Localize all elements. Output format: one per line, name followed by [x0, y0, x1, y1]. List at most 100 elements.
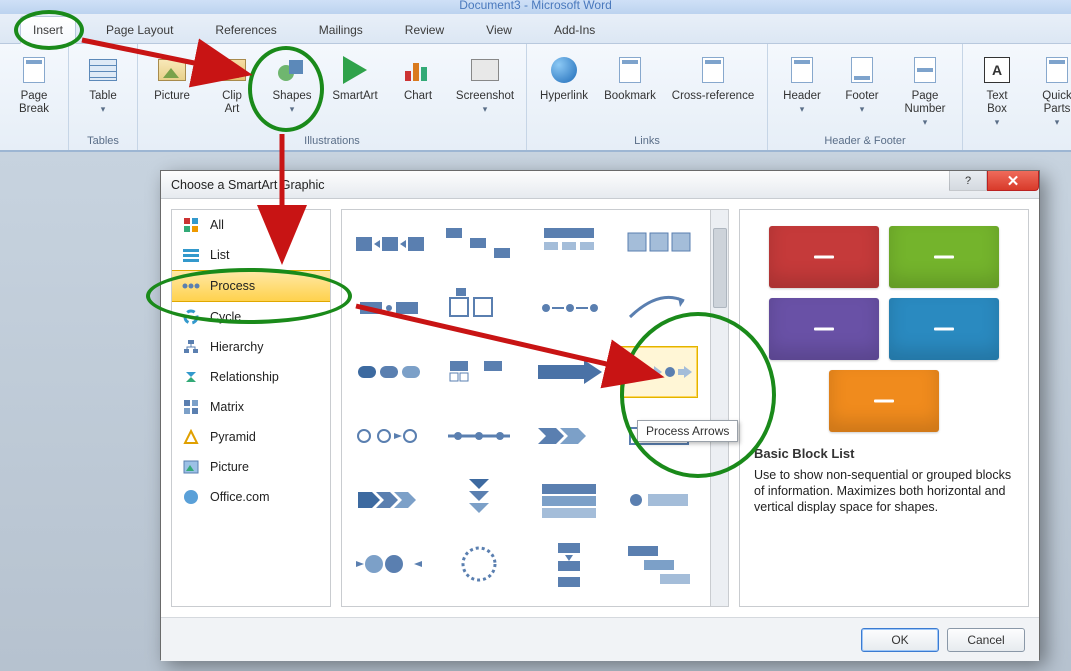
quick-parts-button[interactable]: Quick Parts ▾	[1031, 50, 1071, 129]
group-text-label: Text	[971, 133, 1071, 147]
header-button[interactable]: Header ▾	[776, 50, 828, 129]
cancel-button[interactable]: Cancel	[947, 628, 1025, 652]
shapes-button[interactable]: Shapes ▾	[266, 50, 318, 116]
page-number-dropdown-icon: ▾	[923, 116, 928, 129]
clip-art-button[interactable]: Clip Art	[206, 50, 258, 116]
group-header-footer-label: Header & Footer	[776, 133, 954, 147]
cross-reference-button[interactable]: Cross-reference	[667, 50, 759, 103]
clip-art-icon	[216, 54, 248, 86]
cross-reference-icon	[697, 54, 729, 86]
tab-page-layout[interactable]: Page Layout	[94, 17, 185, 43]
gallery-scroll[interactable]	[342, 210, 710, 606]
smartart-button[interactable]: SmartArt	[326, 50, 384, 116]
category-hierarchy[interactable]: Hierarchy	[172, 332, 330, 362]
group-pages-label	[8, 133, 60, 147]
thumb-increasing-arrow[interactable]	[620, 282, 698, 334]
thumb-alternating-flow[interactable]	[350, 282, 428, 334]
thumb-arrow-chevrons[interactable]	[530, 410, 608, 462]
category-matrix[interactable]: Matrix	[172, 392, 330, 422]
thumb-chevron-closed[interactable]	[350, 474, 428, 526]
category-picture[interactable]: Picture	[172, 452, 330, 482]
hyperlink-button[interactable]: Hyperlink	[535, 50, 593, 103]
help-button[interactable]: ?	[949, 171, 987, 191]
matrix-icon	[182, 398, 200, 416]
tab-insert[interactable]: Insert	[20, 16, 76, 44]
page-number-button[interactable]: Page Number ▾	[896, 50, 954, 129]
thumb-result-process[interactable]	[620, 474, 698, 526]
category-office-label: Office.com	[210, 490, 270, 504]
text-box-label: Text Box	[986, 90, 1007, 116]
thumb-staggered[interactable]	[620, 538, 698, 590]
tab-mailings[interactable]: Mailings	[307, 17, 375, 43]
thumb-basic-process[interactable]	[350, 218, 428, 270]
bookmark-button[interactable]: Bookmark	[601, 50, 659, 103]
category-picture-icon	[182, 458, 200, 476]
category-cycle-label: Cycle	[210, 310, 241, 324]
ok-button[interactable]: OK	[861, 628, 939, 652]
footer-button[interactable]: Footer ▾	[836, 50, 888, 129]
picture-button[interactable]: Picture	[146, 50, 198, 116]
table-button[interactable]: Table ▾	[77, 50, 129, 116]
category-relationship[interactable]: Relationship	[172, 362, 330, 392]
category-pyramid[interactable]: Pyramid	[172, 422, 330, 452]
thumb-circle-process[interactable]	[350, 410, 428, 462]
gallery-scrollbar[interactable]	[710, 210, 728, 606]
hyperlink-icon	[548, 54, 580, 86]
thumb-vertical-process[interactable]	[530, 538, 608, 590]
category-cycle[interactable]: Cycle	[172, 302, 330, 332]
category-hierarchy-label: Hierarchy	[210, 340, 264, 354]
thumb-step-process[interactable]	[440, 218, 518, 270]
thumb-vertical-chevrons[interactable]	[440, 474, 518, 526]
quick-parts-dropdown-icon: ▾	[1055, 116, 1060, 129]
category-all[interactable]: All	[172, 210, 330, 240]
preview-block-4	[889, 298, 999, 360]
category-pyramid-label: Pyramid	[210, 430, 256, 444]
text-box-button[interactable]: A Text Box ▾	[971, 50, 1023, 129]
page-break-button[interactable]: Page Break	[8, 50, 60, 116]
thumb-circle-arrows[interactable]	[530, 282, 608, 334]
tab-view[interactable]: View	[474, 17, 524, 43]
tab-addins[interactable]: Add-Ins	[542, 17, 607, 43]
thumb-picture-accent[interactable]	[620, 218, 698, 270]
preview-block-1	[769, 226, 879, 288]
shapes-dropdown-icon: ▾	[290, 103, 295, 116]
table-icon	[87, 54, 119, 86]
close-icon: ✕	[1007, 172, 1020, 190]
picture-label: Picture	[154, 90, 190, 103]
category-process[interactable]: Process	[172, 270, 330, 302]
tab-review[interactable]: Review	[393, 17, 456, 43]
category-process-label: Process	[210, 279, 255, 293]
thumb-continuous-block[interactable]	[530, 474, 608, 526]
group-tables: Table ▾ Tables	[69, 44, 138, 150]
group-illustrations: Picture Clip Art Shapes ▾ SmartArt Chart	[138, 44, 527, 150]
category-picture-label: Picture	[210, 460, 249, 474]
thumb-sub-process[interactable]	[530, 218, 608, 270]
thumb-detailed-process[interactable]	[440, 346, 518, 398]
category-list-item[interactable]: List	[172, 240, 330, 270]
shapes-icon	[276, 54, 308, 86]
chart-label: Chart	[404, 90, 432, 103]
tab-references[interactable]: References	[203, 17, 288, 43]
chart-button[interactable]: Chart	[392, 50, 444, 116]
table-dropdown-icon: ▾	[101, 103, 106, 116]
thumb-chevron-process[interactable]	[350, 346, 428, 398]
thumb-opposing-arrows[interactable]	[350, 538, 428, 590]
group-links: Hyperlink Bookmark Cross-reference Links	[527, 44, 768, 150]
all-icon	[182, 216, 200, 234]
cycle-icon	[182, 308, 200, 326]
close-button[interactable]: ✕	[987, 171, 1039, 191]
category-matrix-label: Matrix	[210, 400, 244, 414]
scrollbar-thumb[interactable]	[713, 228, 727, 308]
thumb-dotted-circle[interactable]	[440, 538, 518, 590]
thumb-accent-process[interactable]	[440, 282, 518, 334]
smartart-icon	[339, 54, 371, 86]
hyperlink-label: Hyperlink	[540, 90, 588, 103]
dialog-titlebar[interactable]: Choose a SmartArt Graphic ? ✕	[161, 171, 1039, 199]
thumb-process-arrows[interactable]	[620, 346, 698, 398]
category-office[interactable]: Office.com	[172, 482, 330, 512]
thumb-timeline[interactable]	[440, 410, 518, 462]
screenshot-button[interactable]: Screenshot ▾	[452, 50, 518, 116]
dialog-title: Choose a SmartArt Graphic	[171, 178, 325, 192]
thumb-continuous-arrow[interactable]	[530, 346, 608, 398]
footer-label: Footer	[845, 90, 878, 103]
